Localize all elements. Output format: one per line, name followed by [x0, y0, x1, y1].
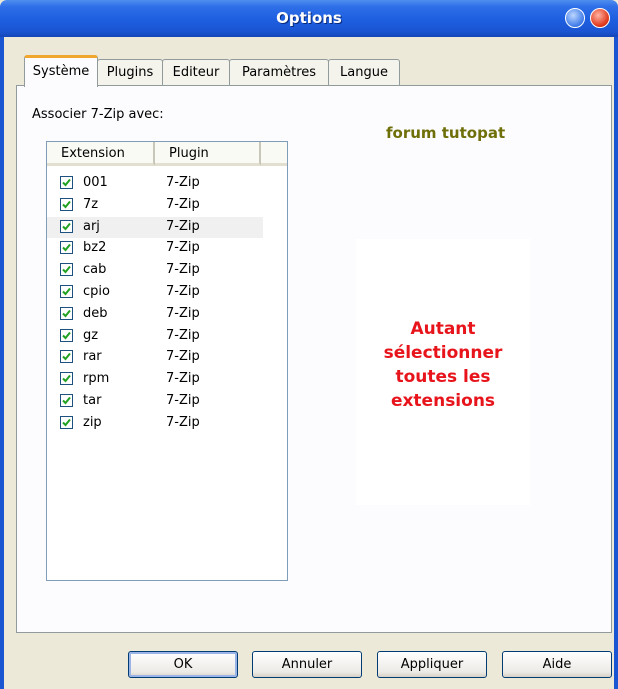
list-item[interactable]: 001 7-Zip: [47, 173, 287, 195]
extension-name: cab: [83, 262, 107, 278]
checkbox[interactable]: [60, 197, 73, 211]
checkbox[interactable]: [60, 176, 73, 189]
brand-watermark: forum tutopat: [386, 124, 506, 142]
help-icon[interactable]: [565, 8, 585, 28]
checkbox[interactable]: [60, 393, 73, 407]
extension-name: 7z: [83, 196, 99, 212]
annotation-line: Autant: [410, 319, 476, 339]
tab-parametres[interactable]: Paramètres: [229, 59, 329, 85]
annotation-text: Autant sélectionner toutes les extension…: [356, 317, 530, 413]
extension-name: deb: [83, 305, 108, 321]
plugin-name: 7-Zip: [166, 392, 200, 408]
annotation-line: sélectionner: [383, 343, 503, 363]
checkbox[interactable]: [60, 219, 73, 233]
plugin-name: 7-Zip: [166, 175, 200, 190]
plugin-name: 7-Zip: [166, 218, 200, 234]
column-header-plugin[interactable]: Plugin: [155, 142, 261, 166]
listview-rows: 001 7-Zip 7z 7-Zip arj 7-Zip bz2 7-Zip c…: [47, 173, 287, 435]
plugin-name: 7-Zip: [166, 414, 200, 430]
list-item[interactable]: arj 7-Zip: [47, 216, 263, 239]
title-bar[interactable]: Options: [0, 0, 618, 37]
extension-name: 001: [83, 175, 108, 190]
column-header-filler: [261, 142, 287, 166]
window-frame-right: [614, 37, 618, 689]
checkbox[interactable]: [60, 350, 73, 364]
extension-name: arj: [83, 218, 100, 234]
extension-name: bz2: [83, 240, 107, 256]
checkbox[interactable]: [60, 284, 73, 298]
extension-name: rpm: [83, 371, 110, 387]
list-item[interactable]: zip 7-Zip: [47, 413, 287, 435]
column-header-extension[interactable]: Extension: [47, 142, 155, 166]
list-item[interactable]: cpio 7-Zip: [47, 282, 287, 304]
plugin-name: 7-Zip: [166, 305, 200, 321]
associate-label: Associer 7-Zip avec:: [32, 107, 164, 122]
list-item[interactable]: cab 7-Zip: [47, 260, 287, 282]
help-button[interactable]: Aide: [502, 651, 612, 678]
plugin-name: 7-Zip: [166, 196, 200, 212]
list-item[interactable]: gz 7-Zip: [47, 326, 287, 348]
extension-listview[interactable]: Extension Plugin 001 7-Zip 7z 7-Zip arj …: [46, 141, 288, 581]
tab-systeme[interactable]: Système: [24, 55, 98, 87]
extension-name: cpio: [83, 283, 110, 299]
listview-header: Extension Plugin: [47, 142, 287, 166]
plugin-name: 7-Zip: [166, 262, 200, 278]
list-item[interactable]: rar 7-Zip: [47, 347, 287, 369]
apply-button[interactable]: Appliquer: [377, 651, 487, 678]
extension-name: rar: [83, 349, 102, 365]
plugin-name: 7-Zip: [166, 349, 200, 365]
window-title: Options: [276, 9, 342, 27]
extension-name: tar: [83, 392, 102, 408]
annotation-line: toutes les: [395, 367, 491, 387]
plugin-name: 7-Zip: [166, 283, 200, 299]
extension-name: gz: [83, 327, 99, 343]
tab-langue[interactable]: Langue: [328, 59, 400, 85]
list-item[interactable]: bz2 7-Zip: [47, 238, 287, 260]
list-item[interactable]: tar 7-Zip: [47, 391, 287, 413]
close-icon[interactable]: [590, 8, 610, 28]
tab-editeur[interactable]: Editeur: [162, 59, 230, 85]
checkbox[interactable]: [60, 328, 73, 342]
plugin-name: 7-Zip: [166, 240, 200, 256]
checkbox[interactable]: [60, 372, 73, 386]
plugin-name: 7-Zip: [166, 327, 200, 343]
tab-plugins[interactable]: Plugins: [97, 59, 163, 85]
extension-name: zip: [83, 414, 102, 430]
checkbox[interactable]: [60, 263, 73, 277]
cancel-button[interactable]: Annuler: [252, 651, 362, 678]
list-item[interactable]: 7z 7-Zip: [47, 195, 287, 217]
options-window: Options Système Plugins Editeur Paramètr…: [0, 0, 618, 689]
list-item[interactable]: rpm 7-Zip: [47, 369, 287, 391]
annotation-box: Autant sélectionner toutes les extension…: [356, 239, 530, 505]
ok-button[interactable]: OK: [128, 651, 238, 678]
plugin-name: 7-Zip: [166, 371, 200, 387]
checkbox[interactable]: [60, 415, 73, 429]
checkbox[interactable]: [60, 241, 73, 255]
checkbox[interactable]: [60, 306, 73, 320]
list-item[interactable]: deb 7-Zip: [47, 304, 287, 326]
annotation-line: extensions: [390, 391, 496, 411]
